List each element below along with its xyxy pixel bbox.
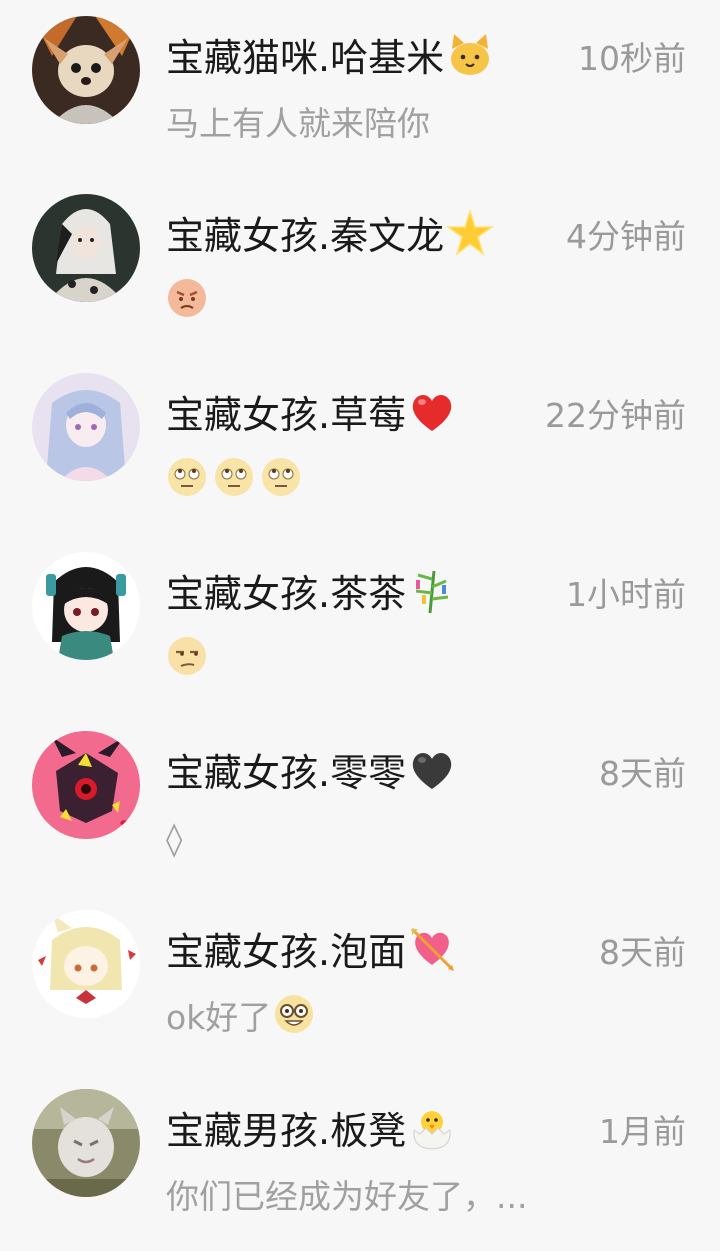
avatar[interactable] xyxy=(32,731,140,839)
rolling-eyes-emoji xyxy=(166,456,208,498)
chat-item-bandeng[interactable]: 宝藏男孩.板凳 1月前 你们已经成为好友了，... xyxy=(0,1073,720,1251)
chat-item-chacha[interactable]: 宝藏女孩.茶茶 1小时前 xyxy=(0,536,720,714)
contact-name: 宝藏女孩.零零 xyxy=(166,745,456,801)
message-time: 22分钟前 xyxy=(545,396,686,435)
angry-face-emoji xyxy=(166,277,208,319)
chat-item-caomei[interactable]: 宝藏女孩.草莓 22分钟前 xyxy=(0,357,720,535)
contact-name: 宝藏女孩.泡面 xyxy=(166,924,456,980)
contact-name: 宝藏女孩.秦文龙 xyxy=(166,208,495,264)
contact-name: 宝藏男孩.板凳 xyxy=(166,1103,456,1159)
rolling-eyes-emoji xyxy=(260,456,302,498)
message-preview xyxy=(166,276,213,328)
rolling-eyes-emoji xyxy=(213,456,255,498)
unamused-face-emoji xyxy=(166,635,208,677)
message-time: 10秒前 xyxy=(578,39,686,78)
contact-name: 宝藏猫咪.哈基米 xyxy=(166,30,494,86)
message-preview: 你们已经成为好友了，... xyxy=(166,1177,528,1216)
cat-face-emoji xyxy=(446,31,494,79)
message-preview: ◊ xyxy=(166,819,183,858)
avatar[interactable] xyxy=(32,552,140,660)
chat-item-lingling[interactable]: 宝藏女孩.零零 8天前 ◊ xyxy=(0,715,720,893)
message-time: 8天前 xyxy=(599,933,686,972)
message-preview: 马上有人就来陪你 xyxy=(166,104,430,143)
chat-item-qinwenlong[interactable]: 宝藏女孩.秦文龙 4分钟前 xyxy=(0,178,720,356)
avatar[interactable] xyxy=(32,1089,140,1197)
black-heart-emoji xyxy=(408,746,456,794)
glowing-star-emoji xyxy=(445,208,495,257)
message-preview xyxy=(166,455,307,507)
avatar[interactable] xyxy=(32,16,140,124)
chat-item-hajimi[interactable]: 宝藏猫咪.哈基米 10秒前 马上有人就来陪你 xyxy=(0,0,720,178)
contact-name: 宝藏女孩.草莓 xyxy=(166,387,456,443)
chat-list: 宝藏猫咪.哈基米 10秒前 马上有人就来陪你 宝藏女孩.秦文龙 4分钟前 宝藏女… xyxy=(0,0,720,1250)
hatching-chick-emoji xyxy=(408,1104,456,1152)
message-time: 4分钟前 xyxy=(566,217,686,256)
message-preview xyxy=(166,634,213,686)
tanabata-tree-emoji xyxy=(408,567,456,615)
heart-with-arrow-emoji xyxy=(408,925,456,973)
message-time: 8天前 xyxy=(599,754,686,793)
avatar[interactable] xyxy=(32,194,140,302)
red-heart-emoji xyxy=(408,388,456,436)
message-time: 1小时前 xyxy=(566,575,686,614)
message-time: 1月前 xyxy=(599,1112,686,1151)
avatar[interactable] xyxy=(32,373,140,481)
chat-item-paomian[interactable]: 宝藏女孩.泡面 8天前 ok好了 xyxy=(0,894,720,1072)
contact-name: 宝藏女孩.茶茶 xyxy=(166,566,456,622)
message-preview: ok好了 xyxy=(166,992,320,1044)
nerd-face-emoji xyxy=(273,993,315,1035)
avatar[interactable] xyxy=(32,910,140,1018)
